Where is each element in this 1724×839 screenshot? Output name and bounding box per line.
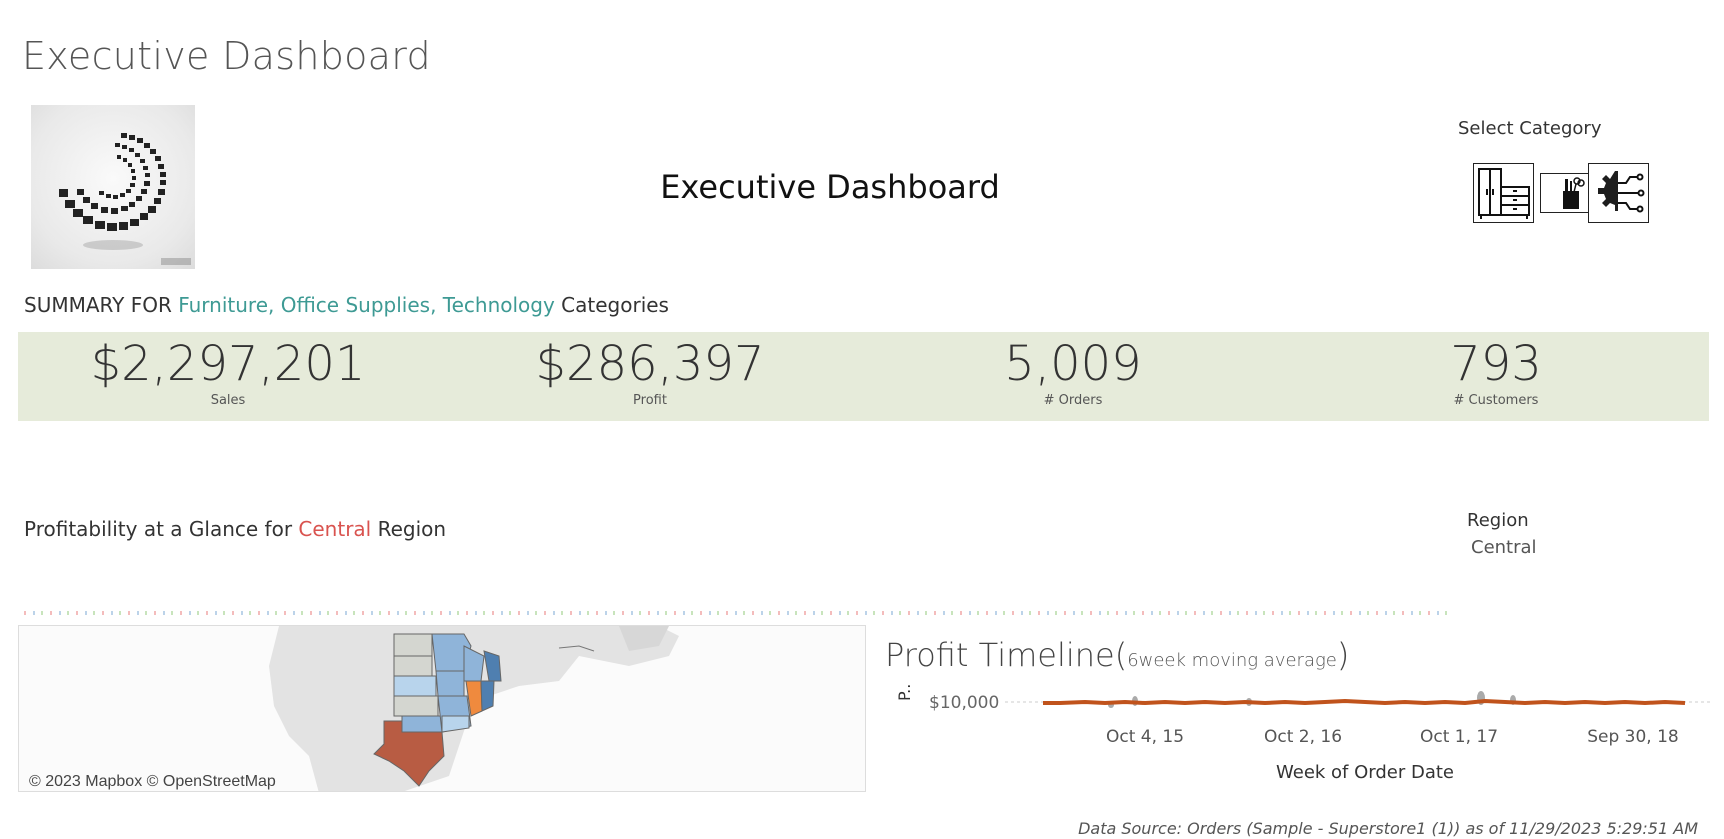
profit-timeline-chart[interactable]: P.. $10,000 Oct 4, 15 Oct 2, 16 Oct 1, 1… xyxy=(885,680,1710,760)
summary-suffix: Categories xyxy=(554,293,669,317)
kpi-profit-value: $286,397 xyxy=(535,336,765,392)
timeline-y-axis-title: P.. xyxy=(895,684,914,701)
us-map: © 2023 Mapbox © OpenStreetMap xyxy=(19,626,865,791)
data-source-note: Data Source: Orders (Sample - Superstore… xyxy=(1078,819,1698,838)
summary-heading: SUMMARY FOR Furniture, Office Supplies, … xyxy=(24,293,669,317)
kpi-customers-value: 793 xyxy=(1450,336,1542,392)
region-map[interactable]: © 2023 Mapbox © OpenStreetMap xyxy=(18,625,866,792)
logo-watermark xyxy=(161,258,191,265)
category-button-furniture[interactable] xyxy=(1473,163,1534,223)
timeline-x-tick: Sep 30, 18 xyxy=(1587,727,1679,747)
kpi-customers-label: # Customers xyxy=(1453,392,1539,408)
technology-icon xyxy=(1597,171,1647,215)
timeline-x-tick: Oct 2, 16 xyxy=(1264,727,1342,747)
profitability-prefix: Profitability at a Glance for xyxy=(24,517,299,541)
sparkline-strip xyxy=(24,611,1454,615)
timeline-subtitle: 6week moving average xyxy=(1127,650,1337,671)
kpi-band: $2,297,201 Sales $286,397 Profit 5,009 #… xyxy=(18,332,1709,421)
map-credit: © 2023 Mapbox © OpenStreetMap xyxy=(29,773,276,790)
kpi-profit-label: Profit xyxy=(633,392,667,408)
summary-categories: Furniture, Office Supplies, Technology xyxy=(178,293,555,317)
kpi-customers: 793 # Customers xyxy=(1346,338,1646,408)
office-supplies-icon xyxy=(1562,177,1585,209)
timeline-title-main: Profit Timeline( xyxy=(885,636,1128,674)
profitability-region: Central xyxy=(298,517,372,541)
furniture-icon xyxy=(1477,168,1530,219)
kpi-orders-label: # Orders xyxy=(1043,392,1103,408)
category-button-technology[interactable] xyxy=(1588,163,1649,223)
kpi-orders: 5,009 # Orders xyxy=(923,338,1223,408)
profitability-heading: Profitability at a Glance for Central Re… xyxy=(24,517,446,541)
timeline-x-tick: Oct 1, 17 xyxy=(1420,727,1498,747)
timeline-y-tick: $10,000 xyxy=(929,693,999,713)
kpi-sales-label: Sales xyxy=(210,392,246,408)
kpi-sales-value: $2,297,201 xyxy=(90,336,366,392)
region-legend-title: Region xyxy=(1467,510,1529,531)
select-category-label: Select Category xyxy=(1458,118,1602,139)
kpi-sales: $2,297,201 Sales xyxy=(78,338,378,408)
timeline-x-tick: Oct 4, 15 xyxy=(1106,727,1184,747)
kpi-profit: $286,397 Profit xyxy=(500,338,800,408)
kpi-orders-value: 5,009 xyxy=(1004,336,1142,392)
summary-prefix: SUMMARY FOR xyxy=(24,293,179,317)
timeline-x-axis-title: Week of Order Date xyxy=(1276,762,1455,783)
timeline-shading xyxy=(1108,691,1516,708)
page-title: Executive Dashboard xyxy=(22,34,431,78)
region-legend-item-central[interactable]: Central xyxy=(1471,537,1537,558)
profit-line xyxy=(1043,698,1686,706)
timeline-title-close: ) xyxy=(1336,636,1350,674)
profitability-suffix: Region xyxy=(371,517,447,541)
dashboard-center-title: Executive Dashboard xyxy=(660,168,1000,206)
profit-timeline-title: Profit Timeline(6week moving average) xyxy=(885,636,1349,674)
